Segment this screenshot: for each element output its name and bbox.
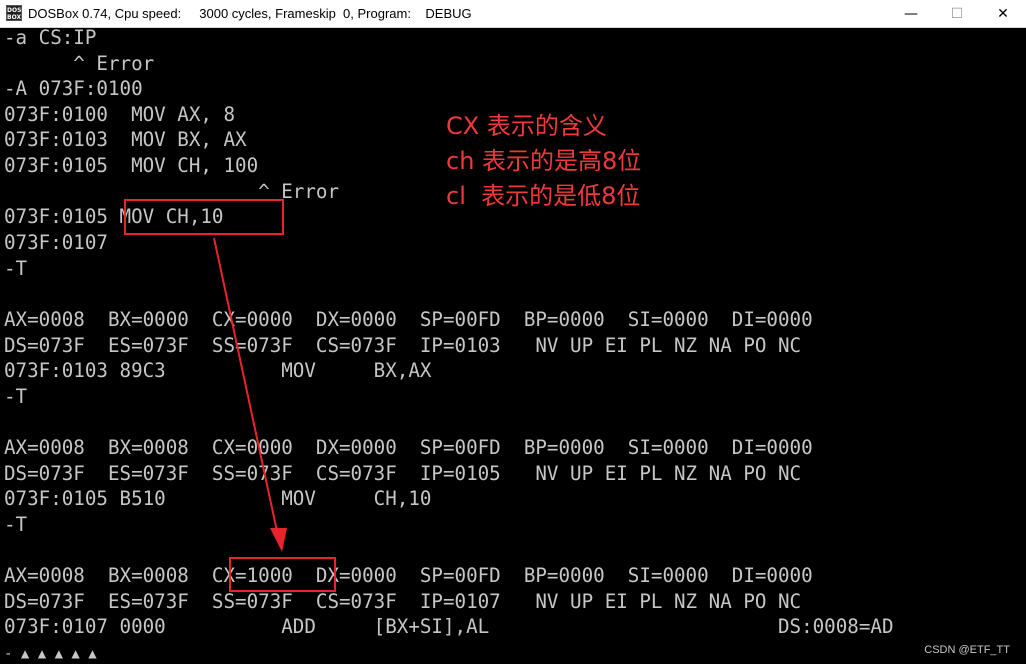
arrow-head — [270, 528, 287, 552]
arrow-overlay — [213, 237, 287, 552]
watermark: CSDN @ETF_TT — [924, 644, 1010, 656]
arrow-line — [213, 237, 279, 537]
